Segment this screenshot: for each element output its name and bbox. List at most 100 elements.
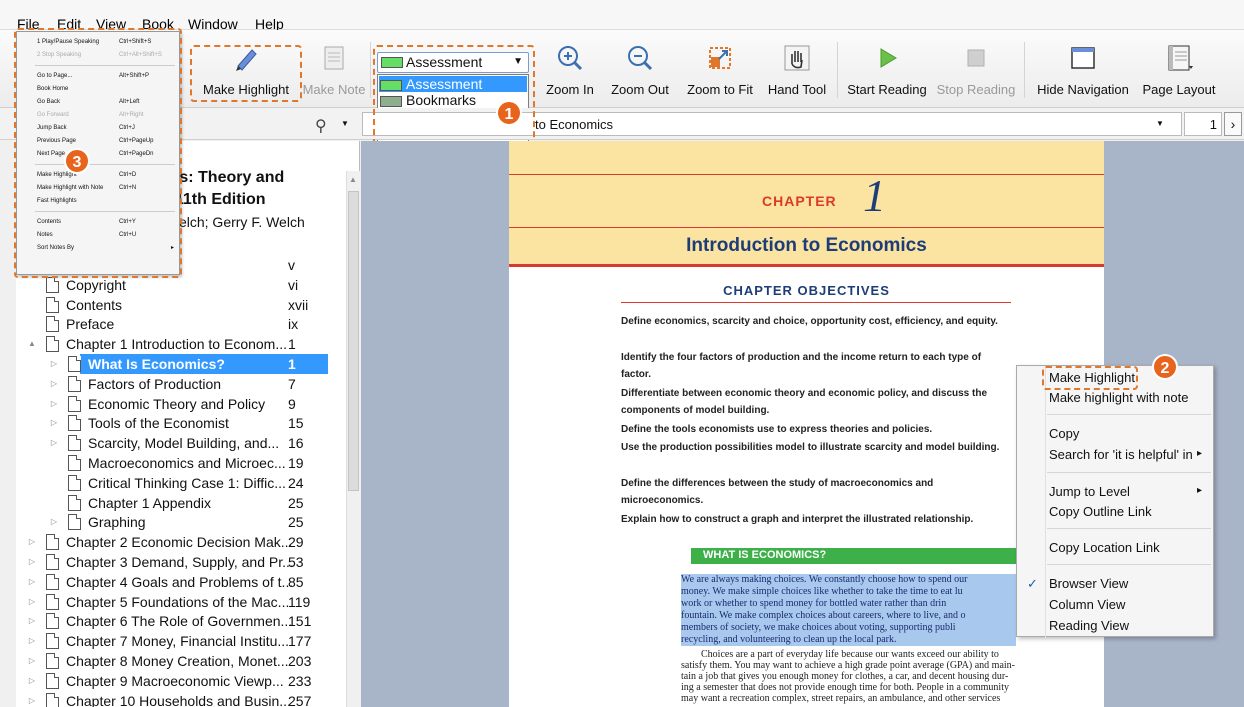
document-icon (46, 593, 59, 610)
toc-item[interactable]: Critical Thinking Case 1: Diffic... 24 (16, 473, 346, 493)
toc-item[interactable]: Preface ix (16, 314, 346, 334)
toc-item-page: 233 (288, 672, 312, 689)
page-layout-button[interactable]: Page Layout (1138, 30, 1220, 108)
ctx-copy-outline-link[interactable]: Copy Outline Link (1049, 504, 1152, 520)
toolbar: Make Highlight Make Note Zoom In Zoom Ou… (0, 30, 1244, 108)
ctx-search-for[interactable]: Search for 'it is helpful' in (1049, 447, 1193, 463)
start-reading-button[interactable]: Start Reading (842, 30, 932, 108)
start-reading-label: Start Reading (847, 82, 927, 97)
ctx-reading-view[interactable]: Reading View (1049, 618, 1129, 634)
expand-arrow-icon[interactable]: ▷ (26, 592, 38, 612)
expand-arrow-icon[interactable]: ▷ (48, 374, 60, 394)
toc-item[interactable]: ▷ Scarcity, Model Building, and... 16 (16, 433, 346, 453)
document-icon (68, 395, 81, 412)
hand-icon (784, 45, 810, 71)
ctx-jump-to-level[interactable]: Jump to Level (1049, 484, 1130, 500)
chapter-word: CHAPTER (762, 193, 837, 209)
hide-navigation-label: Hide Navigation (1037, 82, 1129, 97)
toc-item[interactable]: ▷ Chapter 9 Macroeconomic Viewp... 233 (16, 671, 346, 691)
toc-item[interactable]: ▷ Chapter 3 Demand, Supply, and Pr... 53 (16, 552, 346, 572)
objective-item: Use the production possibilities model t… (621, 442, 1000, 453)
toc-item[interactable]: ▷ Chapter 5 Foundations of the Mac... 119 (16, 592, 346, 612)
scrollbar[interactable]: ▲ (346, 171, 360, 707)
ctx-copy[interactable]: Copy (1049, 426, 1079, 442)
toc-item-label: Chapter 9 Macroeconomic Viewp... (66, 672, 284, 689)
toc-item[interactable]: ▷ Chapter 10 Households and Busin... 257 (16, 691, 346, 707)
chevron-down-icon[interactable]: ▼ (341, 119, 349, 128)
expand-arrow-icon[interactable]: ▷ (48, 354, 60, 374)
search-icon[interactable]: ⚲ (315, 116, 327, 136)
ctx-copy-location-link[interactable]: Copy Location Link (1049, 540, 1160, 556)
toc-item[interactable]: ▷ Chapter 2 Economic Decision Mak... 29 (16, 532, 346, 552)
toc-item-label: Factors of Production (88, 375, 222, 392)
toc-item[interactable]: ▷ Chapter 8 Money Creation, Monet... 203 (16, 651, 346, 671)
body-line: Choices are a part of everyday life beca… (701, 649, 999, 660)
toc-item-label: Economic Theory and Policy (88, 395, 266, 412)
zoom-out-button[interactable]: Zoom Out (605, 30, 675, 108)
toc-item-label: Chapter 8 Money Creation, Monet... (66, 653, 289, 669)
expand-arrow-icon[interactable]: ▷ (48, 433, 60, 453)
expand-arrow-icon[interactable]: ▷ (26, 651, 38, 671)
toc-item[interactable]: Chapter 1 Appendix 25 (16, 493, 346, 513)
hide-navigation-button[interactable]: Hide Navigation (1030, 30, 1136, 108)
toc-item[interactable]: ▷ Chapter 6 The Role of Governmen... 151 (16, 611, 346, 631)
toc-item[interactable]: ▷ Economic Theory and Policy 9 (16, 394, 346, 414)
toc-item[interactable]: ▷ Graphing 25 (16, 512, 346, 532)
toc-item-page: 15 (288, 415, 304, 432)
toc-item[interactable]: ▷ What Is Economics? 1 (16, 354, 346, 374)
expand-arrow-icon[interactable]: ▷ (48, 394, 60, 414)
expand-arrow-icon[interactable]: ▷ (26, 572, 38, 592)
menu-separator (1047, 414, 1211, 415)
window-icon (1071, 47, 1095, 69)
objective-item: Define the differences between the study… (621, 478, 934, 506)
expand-arrow-icon[interactable]: ▷ (26, 671, 38, 691)
document-icon (68, 455, 81, 471)
expanded-arrow-icon[interactable]: ▲ (26, 334, 38, 354)
make-note-button[interactable]: Make Note (299, 30, 369, 108)
ctx-browser-view[interactable]: Browser View (1049, 576, 1128, 592)
page-number-field[interactable]: 1 (1184, 112, 1222, 136)
callout-box (1042, 366, 1138, 390)
zoom-out-label: Zoom Out (611, 82, 669, 97)
toc-item[interactable]: ▷ Tools of the Economist 15 (16, 413, 346, 433)
document-icon (46, 692, 59, 707)
stop-reading-button[interactable]: Stop Reading (934, 30, 1018, 108)
toc-item[interactable]: ▷ Factors of Production 7 (16, 374, 346, 394)
scroll-thumb[interactable] (348, 191, 359, 491)
toc-item-label: Chapter 3 Demand, Supply, and Pr... (66, 554, 294, 570)
zoom-to-fit-button[interactable]: Zoom to Fit (680, 30, 760, 108)
toc-item[interactable]: Macroeconomics and Microec... 19 (16, 453, 346, 473)
ctx-column-view[interactable]: Column View (1049, 597, 1125, 613)
section-title-bar: WHAT IS ECONOMICS? (691, 548, 1021, 564)
toc-item-label: Tools of the Economist (88, 415, 229, 432)
toc-item[interactable]: ▷ Chapter 7 Money, Financial Institu... 17… (16, 631, 346, 651)
toc-item[interactable]: ▲ Chapter 1 Introduction to Econom... 1 (16, 334, 346, 354)
toc-item-label: Chapter 5 Foundations of the Mac... (66, 593, 290, 610)
callout-box (190, 45, 302, 102)
toc-item-label: Graphing (88, 514, 146, 531)
expand-arrow-icon[interactable]: ▷ (26, 552, 38, 572)
toc-item[interactable]: Contents xvii (16, 295, 346, 315)
expand-arrow-icon[interactable]: ▷ (26, 532, 38, 552)
expand-arrow-icon[interactable]: ▷ (26, 611, 38, 631)
next-page-icon[interactable]: › (1224, 112, 1242, 136)
toc-item[interactable]: ▷ Chapter 4 Goals and Problems of t... 85 (16, 572, 346, 592)
expand-arrow-icon[interactable]: ▷ (48, 413, 60, 433)
expand-arrow-icon[interactable]: ▷ (48, 512, 60, 532)
ctx-make-highlight-with-note[interactable]: Make highlight with note (1049, 390, 1188, 406)
toc-item-page: 119 (288, 593, 311, 610)
book-authors: Welch; Gerry F. Welch (166, 214, 305, 230)
expand-arrow-icon[interactable]: ▷ (26, 631, 38, 651)
callout-badge-1: 1 (496, 100, 522, 126)
document-icon (46, 336, 59, 353)
zoom-in-button[interactable]: Zoom In (541, 30, 599, 108)
toc-item-page: 203 (288, 653, 312, 669)
zoom-out-icon (628, 46, 653, 71)
highlighted-line: recycling, and volunteering to clean up … (681, 634, 1016, 646)
hand-tool-button[interactable]: Hand Tool (762, 30, 832, 108)
scroll-up-icon[interactable]: ▲ (349, 175, 357, 184)
toc-item-page: 1 (288, 356, 296, 372)
stop-reading-label: Stop Reading (936, 82, 1016, 97)
location-label: to Economics (535, 117, 614, 132)
expand-arrow-icon[interactable]: ▷ (26, 691, 38, 707)
